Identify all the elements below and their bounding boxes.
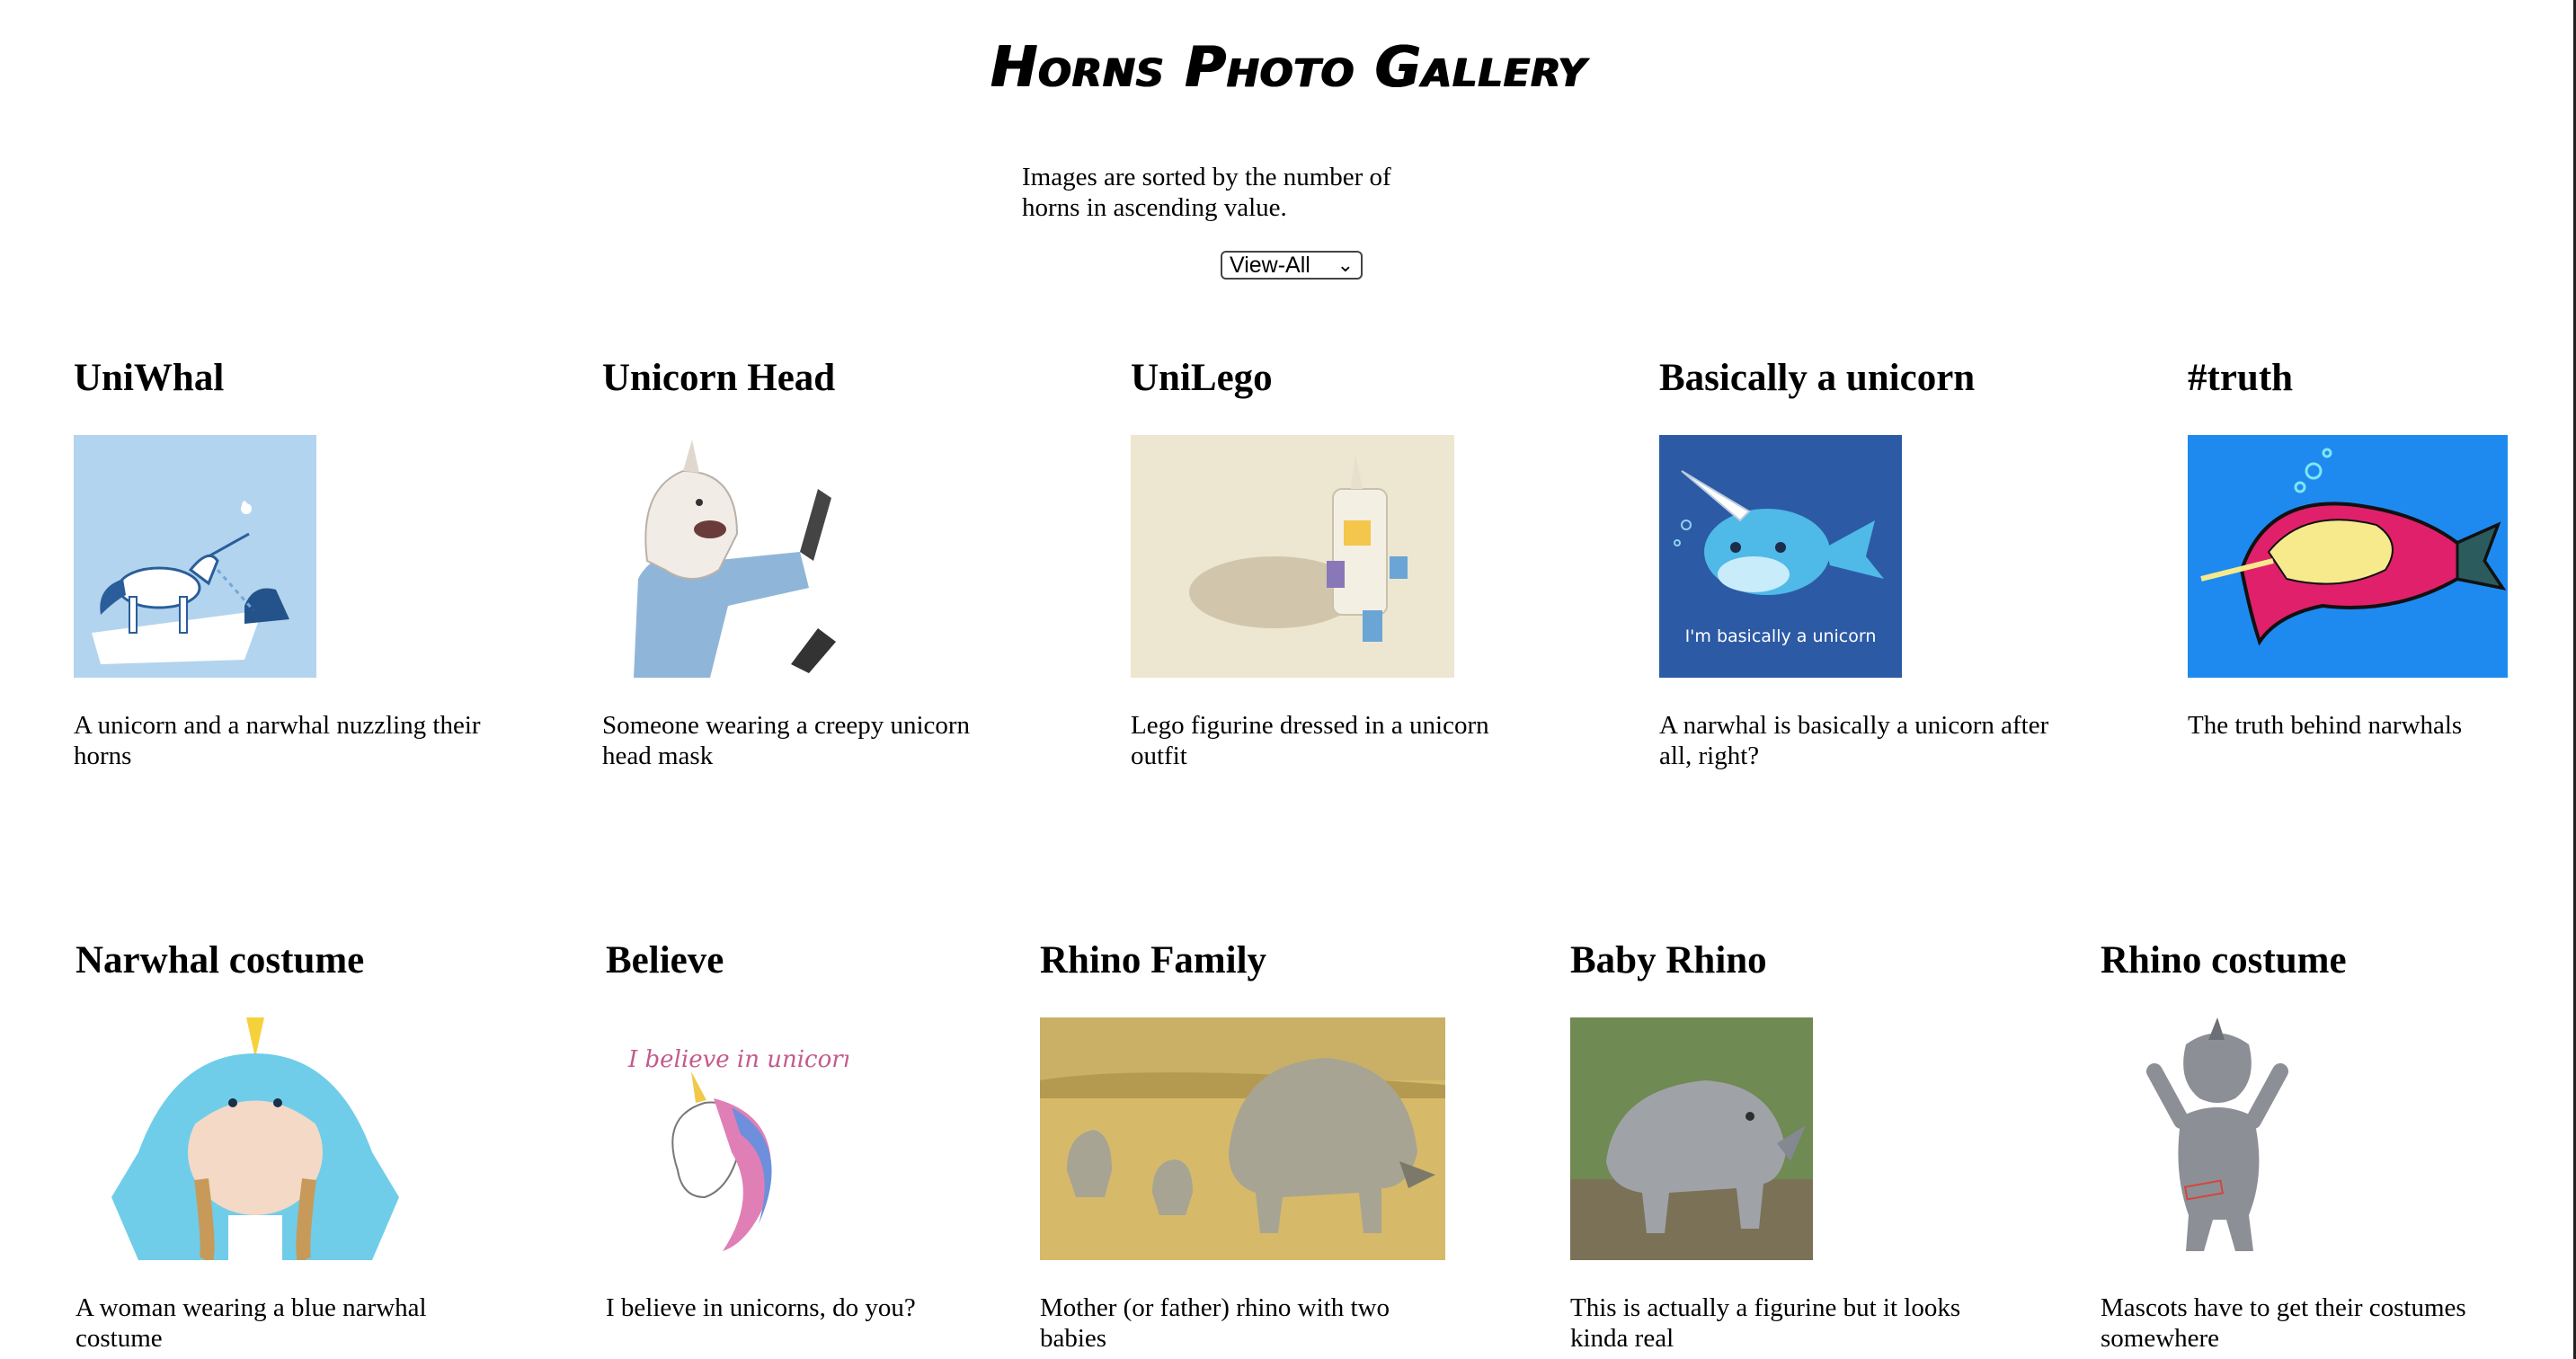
horns-filter-select[interactable]: View-All ⌄ [1221, 251, 1363, 280]
card-image[interactable] [602, 435, 845, 678]
card-image[interactable]: I'm basically a unicorn [1659, 435, 1902, 678]
gallery-card-believe: Believe I believe in unicorns I believe … [606, 938, 916, 1322]
card-image[interactable] [1131, 435, 1454, 678]
card-description: The truth behind narwhals [2188, 711, 2463, 740]
basically-unicorn-shirt-art: I'm basically a unicorn [1659, 435, 1902, 678]
believe-unicorn-illustration: I believe in unicorns [606, 1017, 848, 1260]
card-title: UniWhal [74, 357, 225, 399]
narwhal-costume-photo [76, 1017, 435, 1260]
intro-text: Images are sorted by the number of horns… [1022, 163, 1391, 222]
lego-unicorn-photo [1131, 435, 1454, 678]
gallery-page: Horns Photo Gallery Images are sorted by… [0, 0, 2576, 1359]
card-title: Unicorn Head [602, 357, 836, 399]
card-description: Mascots have to get their costumes somew… [2101, 1293, 2466, 1353]
card-image[interactable] [2101, 1017, 2343, 1260]
page-title: Horns Photo Gallery [990, 34, 1586, 100]
uniwhal-illustration [74, 435, 316, 678]
card-title: Baby Rhino [1570, 939, 1767, 982]
card-title: Rhino costume [2101, 939, 2347, 982]
unicorn-head-mask-photo [602, 435, 845, 678]
baby-rhino-figurine-photo [1570, 1017, 1813, 1260]
gallery-card-rhino-family: Rhino Family Mother (or father) rhino wi… [1040, 938, 1445, 1353]
card-title: Rhino Family [1040, 939, 1267, 982]
gallery-card-basically-a-unicorn: Basically a unicorn I'm basically a unic… [1659, 356, 2048, 770]
gallery-card-narwhal-costume: Narwhal costume A woman wearing a blue n… [76, 938, 435, 1353]
card-image[interactable] [76, 1017, 435, 1260]
card-description: A woman wearing a blue narwhal costume [76, 1293, 427, 1353]
rhino-mascot-photo [2101, 1017, 2343, 1260]
card-title: Basically a unicorn [1659, 357, 1976, 399]
card-title: Believe [606, 939, 724, 982]
filter-selected-value: View-All [1230, 252, 1310, 278]
card-image[interactable]: I believe in unicorns [606, 1017, 848, 1260]
page-header: Horns Photo Gallery [0, 27, 2576, 108]
rhino-family-photo [1040, 1017, 1445, 1260]
card-image[interactable] [74, 435, 316, 678]
card-description: I believe in unicorns, do you? [606, 1293, 916, 1322]
gallery-card-truth: #truth The truth behind narwhals [2188, 356, 2508, 740]
gallery-card-unilego: UniLego Lego figurine dressed in a unico… [1131, 356, 1489, 770]
narwhal-truth-illustration [2188, 435, 2508, 678]
gallery-card-unicorn-head: Unicorn Head Someone wearing a creepy un… [602, 356, 970, 770]
image-caption-text: I'm basically a unicorn [1685, 626, 1877, 646]
image-caption-text: I believe in unicorns [627, 1046, 848, 1073]
card-description: Lego figurine dressed in a unicorn outfi… [1131, 711, 1489, 770]
card-title: UniLego [1131, 357, 1273, 399]
card-description: Someone wearing a creepy unicorn head ma… [602, 711, 971, 770]
card-image[interactable] [1570, 1017, 1813, 1260]
card-image[interactable] [2188, 435, 2508, 678]
chevron-down-icon: ⌄ [1337, 253, 1354, 276]
card-image[interactable] [1040, 1017, 1445, 1260]
card-title: #truth [2188, 357, 2294, 399]
card-description: A narwhal is basically a unicorn after a… [1659, 711, 2049, 770]
card-description: A unicorn and a narwhal nuzzling their h… [74, 711, 481, 770]
gallery-card-baby-rhino: Baby Rhino This is actually a figurine b… [1570, 938, 1960, 1353]
gallery-card-rhino-costume: Rhino costume Mascots have to get their … [2101, 938, 2466, 1353]
card-title: Narwhal costume [76, 939, 365, 982]
gallery-card-uniwhal: UniWhal A unicorn and a narwhal nuzzling… [74, 356, 481, 770]
card-description: Mother (or father) rhino with two babies [1040, 1293, 1390, 1353]
card-description: This is actually a figurine but it looks… [1570, 1293, 1961, 1353]
